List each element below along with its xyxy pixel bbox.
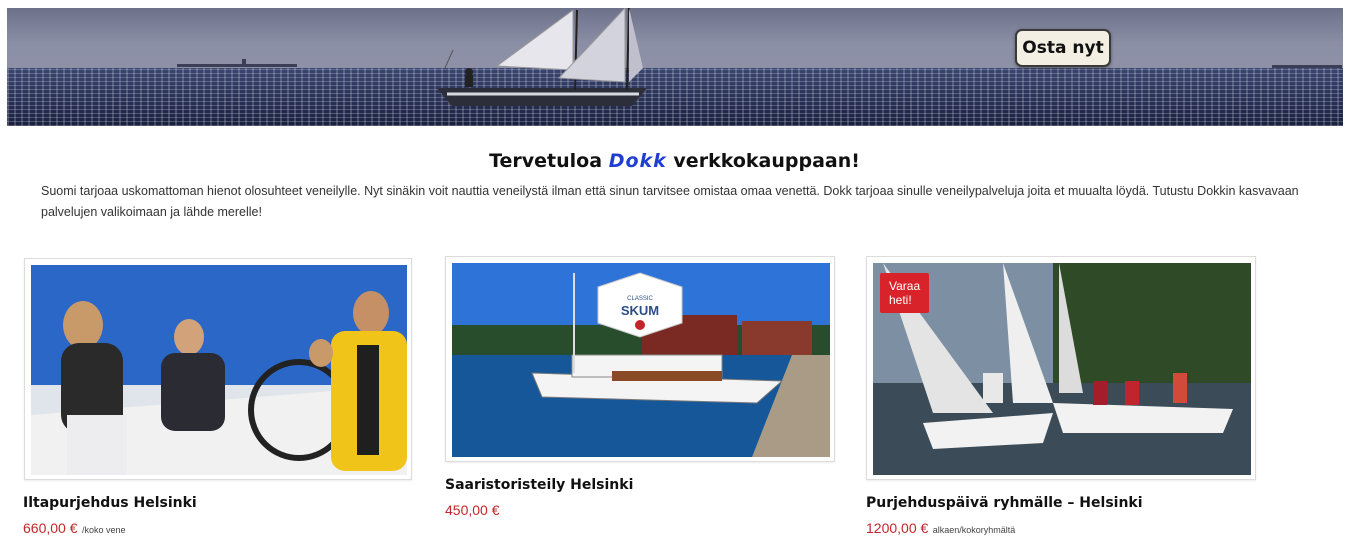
product-title[interactable]: Iltapurjehdus Helsinki: [23, 495, 197, 511]
title-prefix: Tervetuloa: [489, 150, 603, 172]
page-title: Tervetuloa Dokk verkkokauppaan!: [0, 150, 1349, 172]
sailboat-image: [177, 8, 1342, 106]
intro-paragraph: Suomi tarjoaa uskomattoman hienot olosuh…: [41, 184, 1299, 219]
product-title[interactable]: Saaristoristeily Helsinki: [445, 477, 633, 493]
motor-yacht-image: CLASSIC SKUM: [452, 263, 830, 457]
buy-now-button[interactable]: Osta nyt: [1015, 29, 1111, 67]
product-image-link[interactable]: [24, 258, 412, 480]
product-title[interactable]: Purjehduspäivä ryhmälle – Helsinki: [866, 495, 1143, 511]
logo-text: SKUM: [621, 303, 659, 318]
sailing-crew-image: [31, 265, 407, 475]
price-amount: 450,00 €: [445, 502, 500, 518]
title-suffix: verkkokauppaan!: [673, 150, 860, 172]
sailing-race-image: [873, 263, 1251, 475]
product-price: 1200,00 € alkaen/kokoryhmältä: [866, 520, 1015, 538]
price-amount: 660,00 €: [23, 520, 78, 536]
logo-subtitle: CLASSIC: [627, 296, 653, 302]
product-image-link[interactable]: CLASSIC SKUM: [445, 256, 835, 462]
brand-name: Dokk: [608, 150, 667, 172]
book-now-badge[interactable]: Varaa heti!: [880, 273, 930, 313]
price-amount: 1200,00 €: [866, 520, 929, 536]
price-unit: /koko vene: [81, 525, 126, 535]
price-unit: alkaen/kokoryhmältä: [932, 525, 1016, 535]
hero-banner: Osta nyt: [7, 8, 1343, 126]
product-price: 450,00 €: [445, 502, 500, 520]
product-price: 660,00 € /koko vene: [23, 520, 125, 538]
